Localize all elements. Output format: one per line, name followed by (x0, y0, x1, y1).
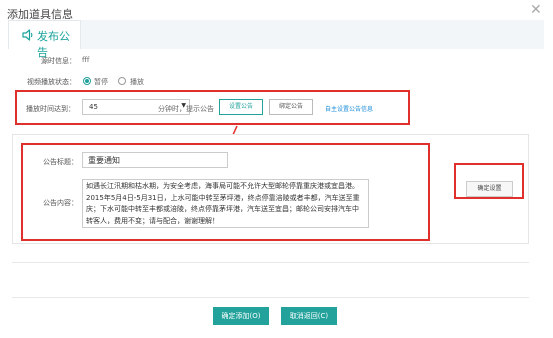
footer-divider (12, 297, 529, 298)
divider (12, 262, 529, 263)
notice-title-input[interactable]: 重要通知 (82, 152, 228, 168)
notice-content-label: 公告内容： (43, 199, 78, 207)
cancel-return-button[interactable]: 取消返回(C) (281, 307, 337, 325)
notice-title-value: 重要通知 (88, 156, 120, 165)
confirm-add-button[interactable]: 确定添加(O) (213, 307, 269, 325)
notice-title-label: 公告标题： (43, 158, 78, 166)
notice-content-textarea[interactable]: 如遇长江汛期和枯水期，为安全考虑，海事局可能不允许大型邮轮停靠重庆港或宜昌港。2… (82, 179, 369, 228)
confirm-settings-button[interactable]: 确定设置 (466, 181, 513, 197)
